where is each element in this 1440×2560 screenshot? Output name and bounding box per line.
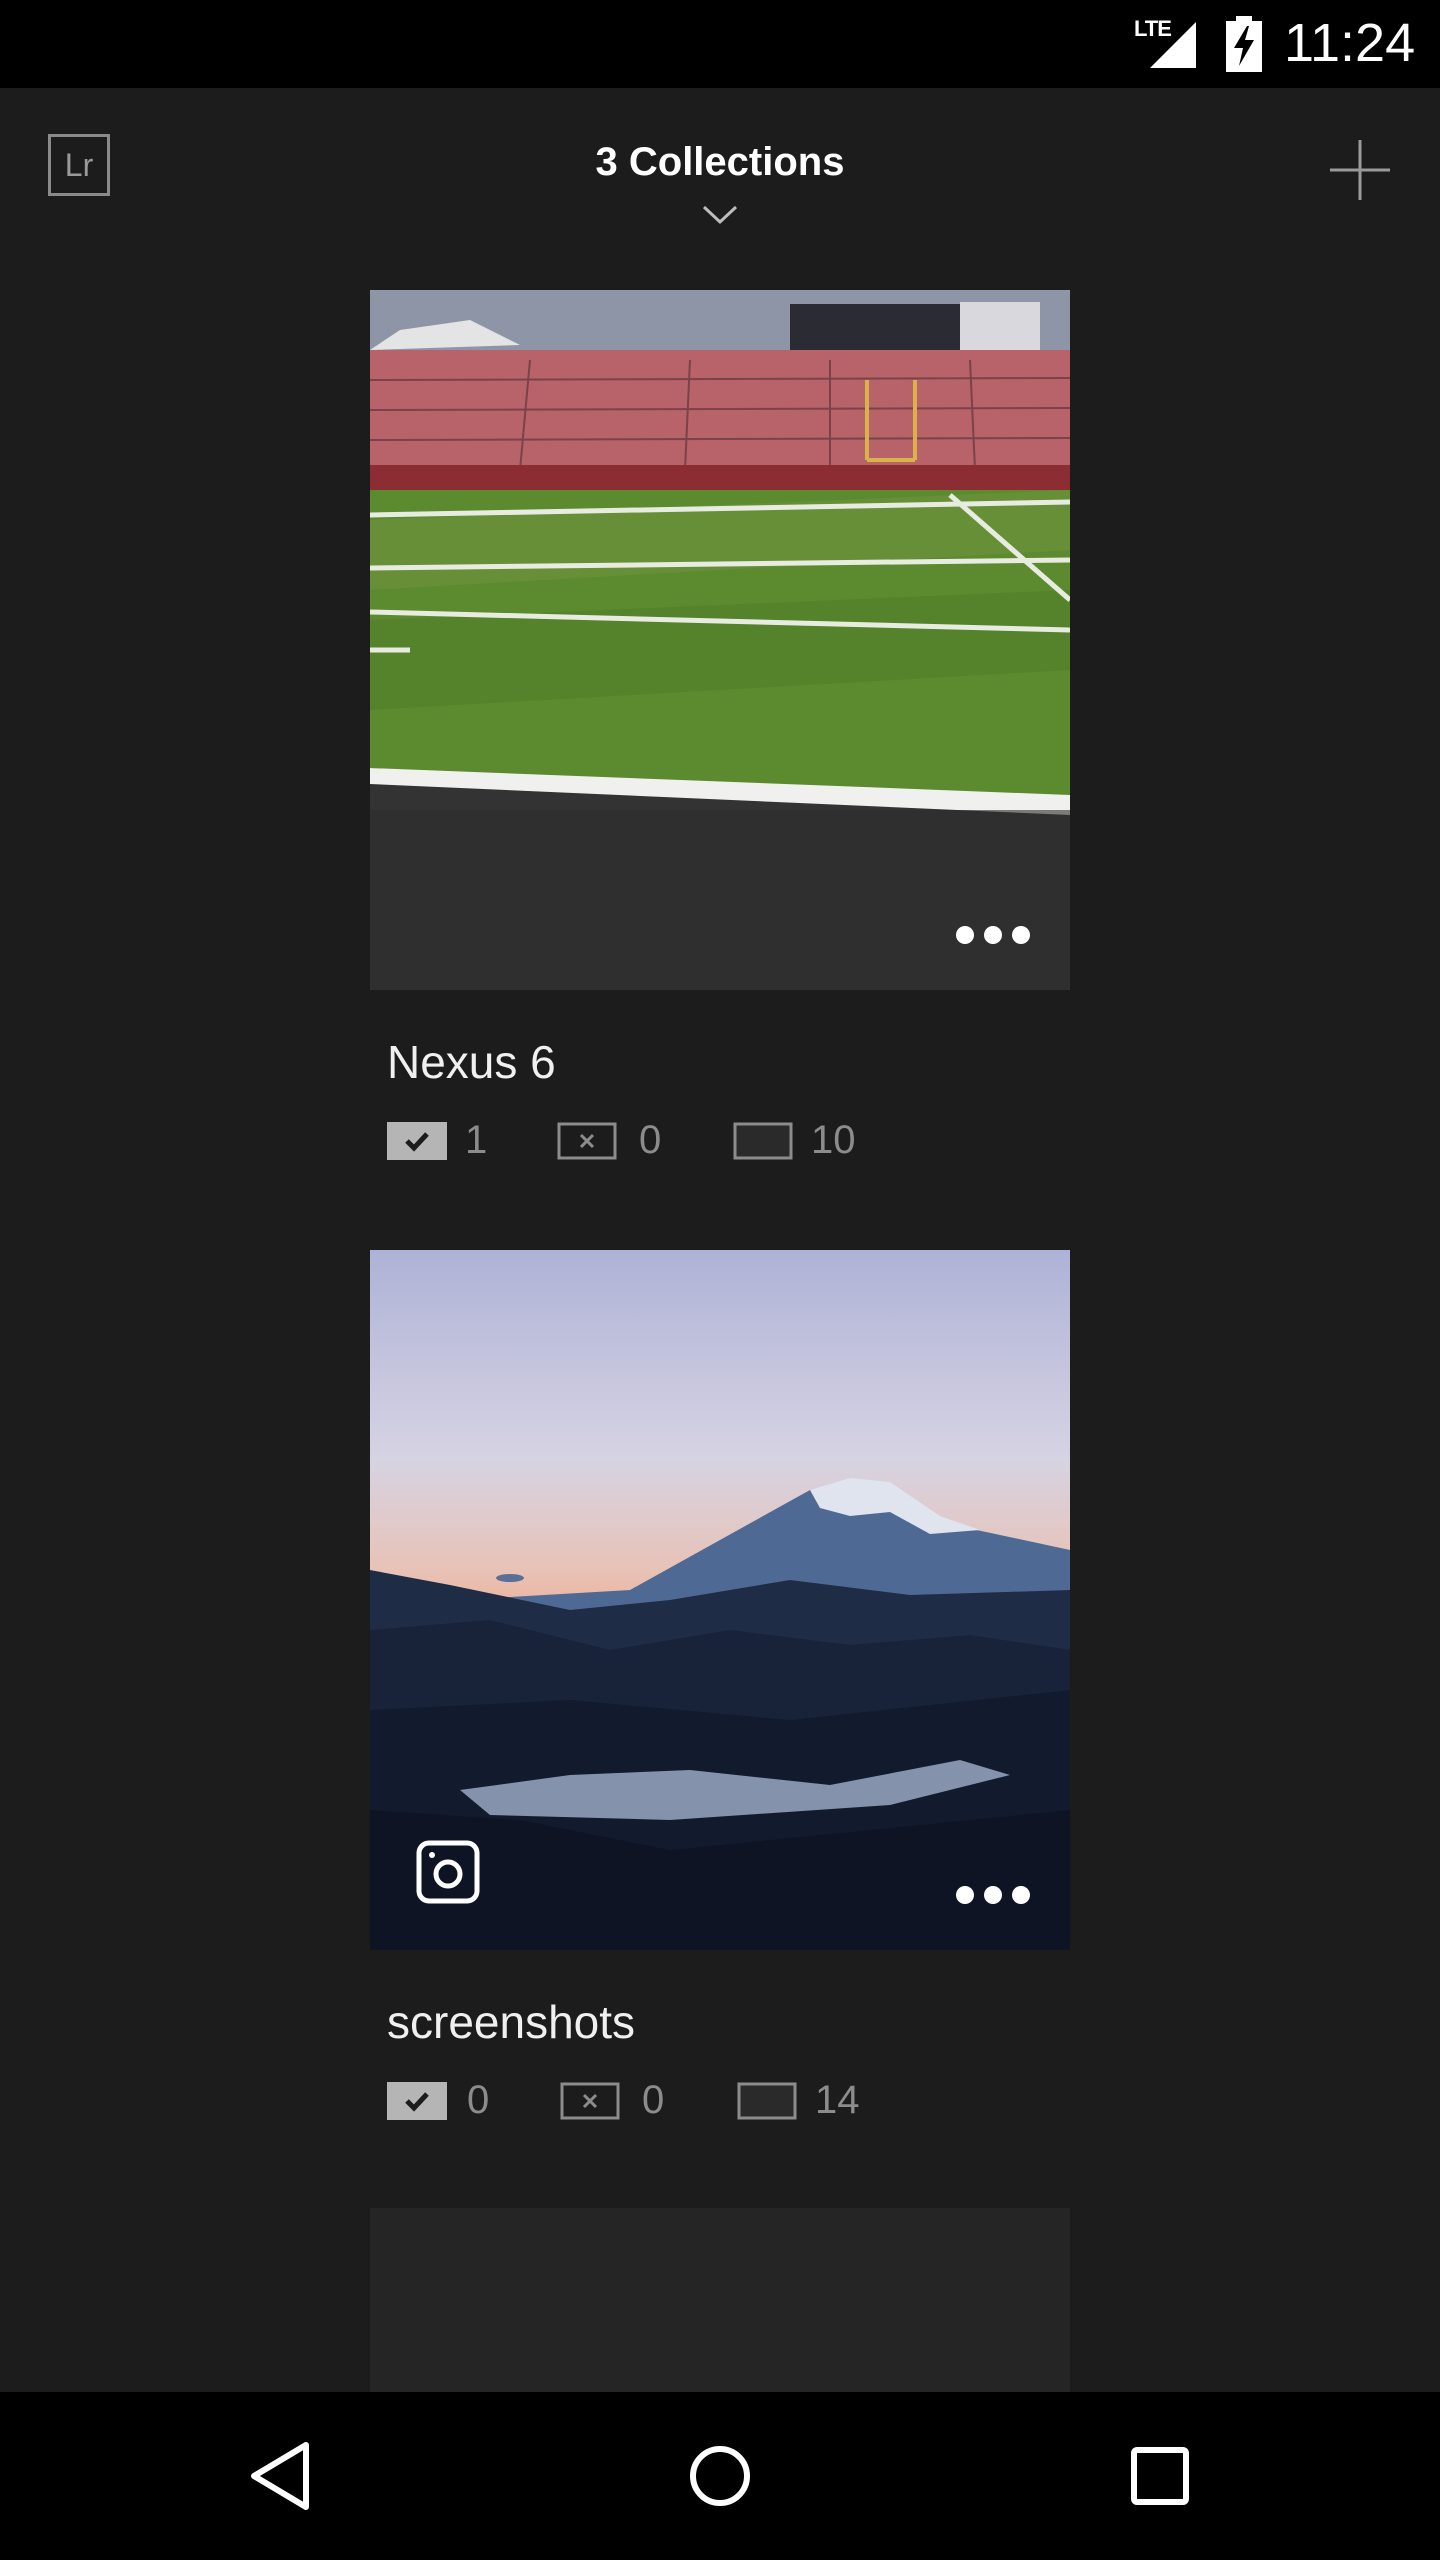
collection-card[interactable]: screenshots 0 0 14: [370, 1250, 1070, 2122]
status-bar: LTE 11:24: [0, 0, 1440, 88]
recents-button[interactable]: [1080, 2392, 1240, 2560]
back-icon: [251, 2442, 309, 2510]
check-flag-icon: [387, 1122, 447, 1160]
app-bar: Lr 3 Collections: [0, 88, 1440, 248]
home-button[interactable]: [640, 2392, 800, 2560]
plus-icon[interactable]: [1328, 138, 1392, 202]
more-icon[interactable]: [954, 924, 1032, 946]
collection-name[interactable]: Nexus 6: [387, 1035, 556, 1089]
total-count: 14: [815, 2078, 860, 2122]
navigation-bar: [0, 2392, 1440, 2560]
status-clock: 11:24: [1284, 13, 1416, 73]
more-icon[interactable]: [954, 1884, 1032, 1906]
picked-count: 1: [465, 1118, 488, 1162]
photo-frame-icon: [733, 1122, 793, 1160]
collections-title[interactable]: 3 Collections: [0, 140, 1440, 185]
check-flag-icon: [387, 2082, 447, 2120]
reject-flag-icon: [560, 2082, 620, 2120]
rejected-count: 0: [642, 2078, 665, 2122]
recents-icon: [1131, 2447, 1189, 2505]
collection-thumbnail[interactable]: [370, 290, 1070, 990]
back-button[interactable]: [200, 2392, 360, 2560]
rejected-count: 0: [639, 1118, 662, 1162]
battery-charging-icon: [1226, 16, 1262, 72]
reject-flag-icon: [557, 1122, 617, 1160]
collection-card[interactable]: Nexus 6 1 0 10: [370, 290, 1070, 1162]
signal-icon: [1150, 22, 1196, 68]
photo-frame-icon: [737, 2082, 797, 2120]
collection-name[interactable]: screenshots: [387, 1995, 635, 2049]
football-stadium-photo: [370, 290, 1070, 990]
collection-card-partial[interactable]: [370, 2208, 1070, 2392]
screenshot-icon[interactable]: [416, 1840, 480, 1904]
collection-thumbnail[interactable]: [370, 1250, 1070, 1950]
chevron-down-icon[interactable]: [702, 204, 738, 226]
picked-count: 0: [467, 2078, 490, 2122]
home-icon: [690, 2446, 750, 2506]
total-count: 10: [811, 1118, 856, 1162]
